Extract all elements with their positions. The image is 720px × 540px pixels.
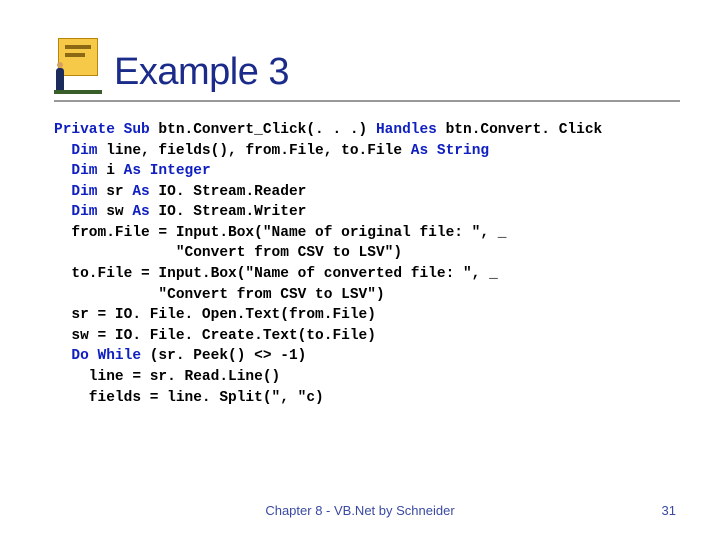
code-text: to.File = Input.Box("Name of converted f… [54, 266, 498, 282]
slide-title: Example 3 [114, 51, 289, 94]
kw-as-integer: As Integer [124, 163, 211, 179]
code-text: "Convert from CSV to LSV") [54, 287, 385, 303]
code-text: fields = line. Split(", "c) [54, 390, 324, 406]
kw-handles: Handles [376, 122, 437, 138]
code-text: sr [98, 184, 133, 200]
code-text: sw [98, 204, 133, 220]
footer-text: Chapter 8 - VB.Net by Schneider [265, 503, 454, 518]
kw-dim: Dim [54, 204, 98, 220]
title-rule [54, 100, 680, 102]
kw-private-sub: Private Sub [54, 122, 150, 138]
code-text: btn.Convert. Click [437, 122, 602, 138]
page-number: 31 [662, 503, 676, 518]
code-text: IO. Stream.Writer [150, 204, 307, 220]
footer: Chapter 8 - VB.Net by Schneider 31 [0, 503, 720, 518]
kw-do-while: Do While [54, 348, 141, 364]
kw-as: As [132, 204, 149, 220]
code-text: i [98, 163, 124, 179]
code-text: IO. Stream.Reader [150, 184, 307, 200]
code-text: (sr. Peek() <> -1) [141, 348, 306, 364]
code-text: sr = IO. File. Open.Text(from.File) [54, 307, 376, 323]
kw-as: As [132, 184, 149, 200]
slide-icon [54, 38, 102, 94]
code-text: line, fields(), from.File, to.File [98, 143, 411, 159]
code-block: Private Sub btn.Convert_Click(. . .) Han… [54, 120, 690, 408]
code-text: btn.Convert_Click(. . .) [150, 122, 376, 138]
code-text: sw = IO. File. Create.Text(to.File) [54, 328, 376, 344]
kw-dim: Dim [54, 184, 98, 200]
kw-as-string: As String [411, 143, 489, 159]
code-text: from.File = Input.Box("Name of original … [54, 225, 506, 241]
slide: Example 3 Private Sub btn.Convert_Click(… [0, 0, 720, 540]
code-text: line = sr. Read.Line() [54, 369, 280, 385]
header: Example 3 [54, 38, 690, 94]
kw-dim: Dim [54, 143, 98, 159]
kw-dim: Dim [54, 163, 98, 179]
code-text: "Convert from CSV to LSV") [54, 245, 402, 261]
